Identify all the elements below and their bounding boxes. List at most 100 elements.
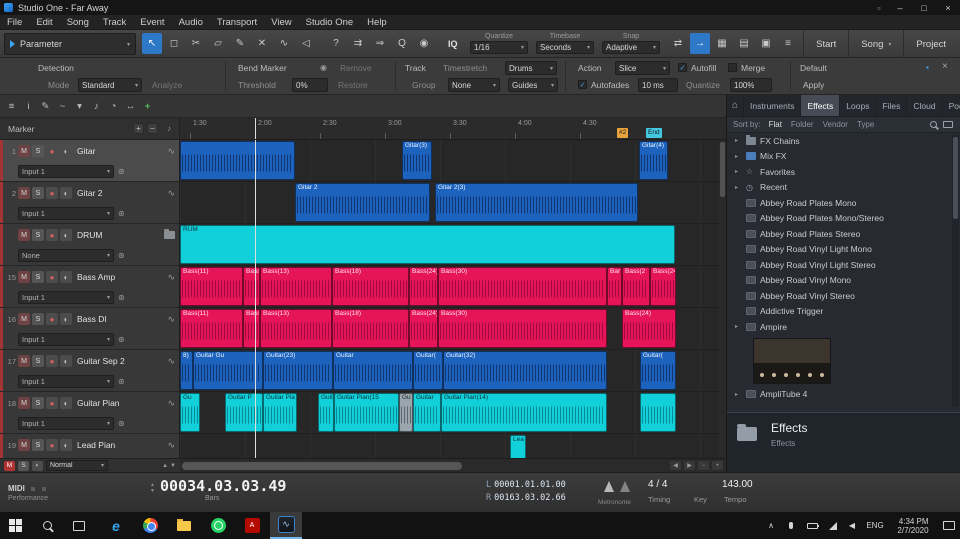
threshold-field[interactable]: 0%: [292, 78, 328, 92]
audio-clip-gitar-3[interactable]: Gitar(3): [402, 141, 432, 180]
gear-icon[interactable]: ⊛: [118, 293, 125, 302]
start-button[interactable]: Start: [803, 30, 848, 58]
audio-clip-bass[interactable]: Bass: [243, 309, 260, 348]
audio-clip-bass-2[interactable]: Bass(2: [622, 267, 650, 306]
audio-clip-gu[interactable]: Gu: [180, 393, 200, 432]
track-solo-button[interactable]: S: [32, 271, 44, 283]
sort-type[interactable]: Type: [857, 120, 874, 129]
track-input-select[interactable]: Input 1 ▾: [18, 374, 114, 388]
track-monitor-button[interactable]: ◐: [60, 187, 72, 199]
mode-select[interactable]: Standard ▾: [78, 78, 142, 92]
track-solo-button[interactable]: S: [32, 439, 44, 451]
arrow-tool[interactable]: ↖: [142, 33, 162, 54]
track-record-button[interactable]: ●: [46, 397, 58, 409]
language-indicator[interactable]: ENG: [862, 512, 888, 539]
info-icon[interactable]: i: [20, 98, 37, 115]
audio-clip-8[interactable]: 8): [180, 351, 193, 390]
automation-mode-select[interactable]: Normal ▾: [46, 460, 108, 471]
track-input-select[interactable]: Input 1 ▾: [18, 332, 114, 346]
master-monitor-button[interactable]: ◐: [32, 460, 43, 471]
analyze-button[interactable]: Analyze: [152, 80, 182, 90]
tab-files[interactable]: Files: [876, 95, 908, 116]
menu-icon[interactable]: ≡: [3, 98, 20, 115]
browser-item-abbey-road-plates-stereo[interactable]: Abbey Road Plates Stereo: [727, 226, 953, 242]
network-icon[interactable]: [824, 512, 842, 539]
bend-line-icon[interactable]: ~: [54, 98, 71, 115]
audio-clip-bass-13[interactable]: Bass(13): [260, 309, 332, 348]
action-center-icon[interactable]: [938, 512, 960, 539]
sort-vendor[interactable]: Vendor: [823, 120, 848, 129]
zoom-in-button[interactable]: +: [711, 460, 724, 471]
browser-item-mix-fx[interactable]: ▸ Mix FX: [727, 149, 953, 165]
scroll-thumb[interactable]: [182, 462, 462, 470]
track-header-guitar-sep-2[interactable]: 17 M S ● ◐ Guitar Sep 2 ∿ Input 1 ▾ ⊛: [0, 350, 179, 392]
restore-button[interactable]: Restore: [338, 80, 368, 90]
track-mute-button[interactable]: M: [18, 313, 30, 325]
menu-item-edit[interactable]: Edit: [29, 15, 59, 30]
audio-clip-bass[interactable]: Bass: [243, 267, 260, 306]
zoom-out-button[interactable]: −: [697, 460, 710, 471]
track-record-button[interactable]: ●: [46, 355, 58, 367]
gear-icon[interactable]: ⊛: [118, 209, 125, 218]
track-size-up-icon[interactable]: ▲: [162, 463, 168, 469]
vertical-scrollbar[interactable]: [719, 140, 726, 458]
browser-item-recent[interactable]: ▸ ◷ Recent: [727, 180, 953, 196]
microphone-icon[interactable]: [782, 512, 800, 539]
track-monitor-button[interactable]: ◐: [60, 145, 72, 157]
menu-item-view[interactable]: View: [264, 15, 298, 30]
track-header-drum[interactable]: M S ● ◐ DRUM None ▾ ⊛: [0, 224, 179, 266]
audio-clip-guitar[interactable]: Guitar(: [640, 351, 676, 390]
audio-clip-gitar-2[interactable]: Gitar 2: [295, 183, 430, 222]
audio-clip-guitar-p[interactable]: Guitar P: [318, 393, 334, 432]
audio-clip-gu[interactable]: Gu: [399, 393, 413, 432]
gear-icon[interactable]: ⊛: [118, 335, 125, 344]
explorer-icon[interactable]: [168, 512, 200, 539]
scroll-right-button[interactable]: ▶: [683, 460, 696, 471]
browser-item-abbey-road-vinyl-light-stereo[interactable]: Abbey Road Vinyl Light Stereo: [727, 257, 953, 273]
audio-clip-bass-30[interactable]: Bass(30): [438, 309, 607, 348]
browser-item-addictive-trigger[interactable]: Addictive Trigger: [727, 304, 953, 320]
paint-tool[interactable]: ✎: [230, 33, 250, 54]
track-mute-button[interactable]: M: [18, 187, 30, 199]
browser-item-fx-chains[interactable]: ▸ FX Chains: [727, 133, 953, 149]
layers-toggle[interactable]: ▣: [756, 33, 776, 54]
snap-select[interactable]: Adaptive ▾: [602, 41, 660, 54]
track-solo-button[interactable]: S: [32, 397, 44, 409]
audio-clip-guitar-p[interactable]: Guitar P: [225, 393, 263, 432]
track-input-select[interactable]: Input 1 ▾: [18, 416, 114, 430]
sort-flat[interactable]: Flat: [769, 120, 782, 129]
guides-select[interactable]: Guides ▾: [508, 78, 558, 92]
link-toggle[interactable]: ⇄: [668, 33, 688, 54]
eye-icon[interactable]: ◉: [320, 63, 327, 72]
track-input-select[interactable]: Input 1 ▾: [18, 206, 114, 220]
autofill-checkbox[interactable]: ✓: [678, 63, 687, 72]
scroll-left-button[interactable]: ◀: [669, 460, 682, 471]
gear-icon[interactable]: ⊛: [118, 251, 125, 260]
track-header-gitar[interactable]: 1 M S ● ◐ Gitar ∿ Input 1 ▾ ⊛: [0, 140, 179, 182]
loop-start-value[interactable]: 00001.01.01.00: [494, 480, 566, 490]
ampire-preview-image[interactable]: [753, 337, 831, 384]
audio-clip[interactable]: [640, 393, 676, 432]
audio-clip-bass-24[interactable]: Bass(24): [409, 267, 438, 306]
browser-item-amplitube-4[interactable]: ▸ AmpliTube 4: [727, 387, 953, 403]
menu-item-audio[interactable]: Audio: [172, 15, 210, 30]
tab-pool[interactable]: Pool: [943, 95, 960, 116]
browser-item-abbey-road-vinyl-light-mono[interactable]: Abbey Road Vinyl Light Mono: [727, 242, 953, 258]
timebase-select[interactable]: Seconds ▾: [536, 41, 594, 54]
playhead[interactable]: [255, 118, 256, 139]
menu-item-event[interactable]: Event: [133, 15, 171, 30]
remove-button[interactable]: Remove: [340, 63, 372, 73]
bend-move-tool[interactable]: ⇒: [370, 33, 390, 54]
audio-clip-guitar[interactable]: Guitar: [333, 351, 413, 390]
expand-arrow-icon[interactable]: ▸: [735, 323, 742, 330]
project-button[interactable]: Project: [903, 30, 958, 58]
track-record-button[interactable]: ●: [46, 271, 58, 283]
tempo-value[interactable]: 143.00: [722, 479, 753, 490]
grid-toggle[interactable]: ▤: [734, 33, 754, 54]
key-label[interactable]: Key: [694, 495, 707, 504]
autoscroll-icon[interactable]: ↔: [122, 98, 139, 115]
search-icon[interactable]: [32, 512, 62, 539]
gear-icon[interactable]: ⊛: [118, 377, 125, 386]
position-unit-label[interactable]: Bars: [205, 495, 219, 502]
browser-item-abbey-road-vinyl-stereo[interactable]: Abbey Road Vinyl Stereo: [727, 288, 953, 304]
